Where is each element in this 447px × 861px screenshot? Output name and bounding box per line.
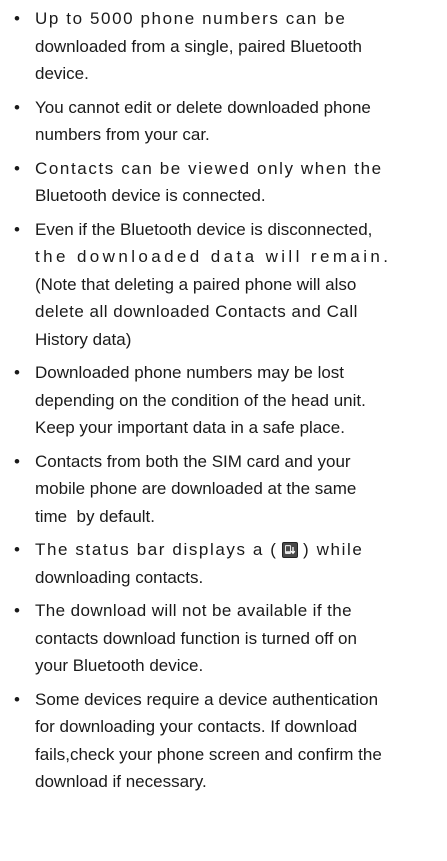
bullet-mark: • [14,219,20,239]
item-text: ) while [303,540,364,559]
item-text: The status bar displays a ( [35,540,278,559]
item-text: Downloaded phone numbers may be lost [35,363,345,382]
item-text: mobile phone are downloaded at the same [35,479,357,498]
item-text: downloading contacts. [35,567,204,587]
bullet-list: • Up to 5000 phone numbers can be downlo… [8,5,441,796]
download-contacts-icon [282,542,299,558]
list-item: • Downloaded phone numbers may be lost d… [8,359,441,442]
item-text: depending on the condition of the head u… [35,390,366,410]
bullet-mark: • [14,451,20,471]
item-text: The download will not be available if th… [35,601,352,620]
item-text: Contacts from both the SIM card and your [35,451,351,471]
list-item: • The download will not be available if … [8,597,441,680]
bullet-mark: • [14,540,20,559]
bullet-mark: • [14,97,20,117]
list-item: • The status bar displays a ( ) while do… [8,536,441,591]
item-text: contacts download function is turned off… [35,628,357,648]
item-text: Contacts can be viewed only when the [35,158,383,178]
item-text: Keep your important data in a safe place… [35,418,345,437]
item-text: Some devices require a device authentica… [35,689,379,709]
list-item: • Contacts from both the SIM card and yo… [8,448,441,531]
bullet-mark: • [14,158,20,178]
item-text: You cannot edit or delete downloaded pho… [35,97,371,117]
item-text: Even if the Bluetooth device is disconne… [35,219,373,239]
item-text: numbers from your car. [35,125,210,144]
list-item: • Contacts can be viewed only when the B… [8,155,441,210]
item-text: for downloading your contacts. If downlo… [35,717,358,736]
document-page: • Up to 5000 phone numbers can be downlo… [0,0,447,796]
item-text: your Bluetooth device. [35,656,204,675]
list-item: • You cannot edit or delete downloaded p… [8,94,441,149]
list-item: • Even if the Bluetooth device is discon… [8,216,441,354]
item-text: device. [35,64,89,83]
list-item: • Some devices require a device authenti… [8,686,441,796]
item-text: time by default. [35,506,156,526]
item-text: Up to 5000 phone numbers can be [35,9,347,28]
bullet-mark: • [14,363,20,382]
item-text: downloaded from a single, paired Bluetoo… [35,36,362,56]
item-text: fails,check your phone screen and confir… [35,744,382,764]
bullet-mark: • [14,689,20,709]
item-text: the downloaded data will remain. [35,247,392,266]
item-text: delete all downloaded Contacts and Call [35,302,358,321]
list-item: • Up to 5000 phone numbers can be downlo… [8,5,441,88]
item-text: (Note that deleting a paired phone will … [35,274,357,294]
item-text: Bluetooth device is connected. [35,186,266,205]
bullet-mark: • [14,9,20,28]
item-text: download if necessary. [35,772,207,791]
item-text: History data) [35,329,132,349]
bullet-mark: • [14,601,20,620]
